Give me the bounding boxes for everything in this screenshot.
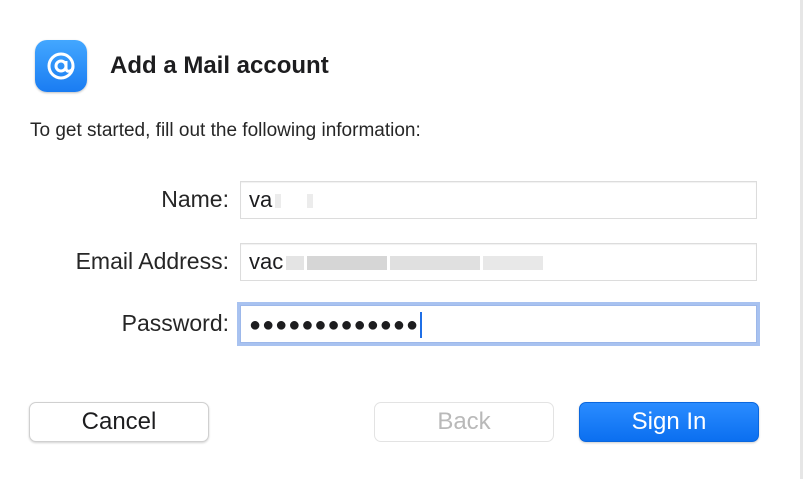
email-field[interactable]: vac	[240, 243, 757, 281]
back-button[interactable]: Back	[374, 402, 554, 442]
name-value: va	[249, 187, 273, 212]
dialog-title: Add a Mail account	[110, 52, 329, 79]
email-label: Email Address:	[75, 248, 229, 274]
sign-in-button[interactable]: Sign In	[579, 402, 759, 442]
password-label: Password:	[121, 310, 229, 336]
redacted-text	[307, 194, 314, 209]
redacted-text	[275, 194, 282, 209]
redacted-text	[483, 256, 544, 271]
text-cursor	[420, 312, 423, 339]
redacted-text	[286, 256, 305, 271]
email-value: vac	[249, 249, 284, 274]
redacted-text	[390, 256, 481, 271]
name-field[interactable]: va	[240, 181, 757, 219]
redacted-text	[307, 256, 388, 271]
intro-text: To get started, fill out the following i…	[30, 120, 421, 141]
password-value: ●●●●●●●●●●●●●	[249, 314, 420, 336]
mail-at-sign-icon	[35, 40, 87, 92]
password-field[interactable]: ●●●●●●●●●●●●●	[240, 305, 757, 343]
cancel-button[interactable]: Cancel	[29, 402, 209, 442]
name-label: Name:	[161, 186, 229, 212]
